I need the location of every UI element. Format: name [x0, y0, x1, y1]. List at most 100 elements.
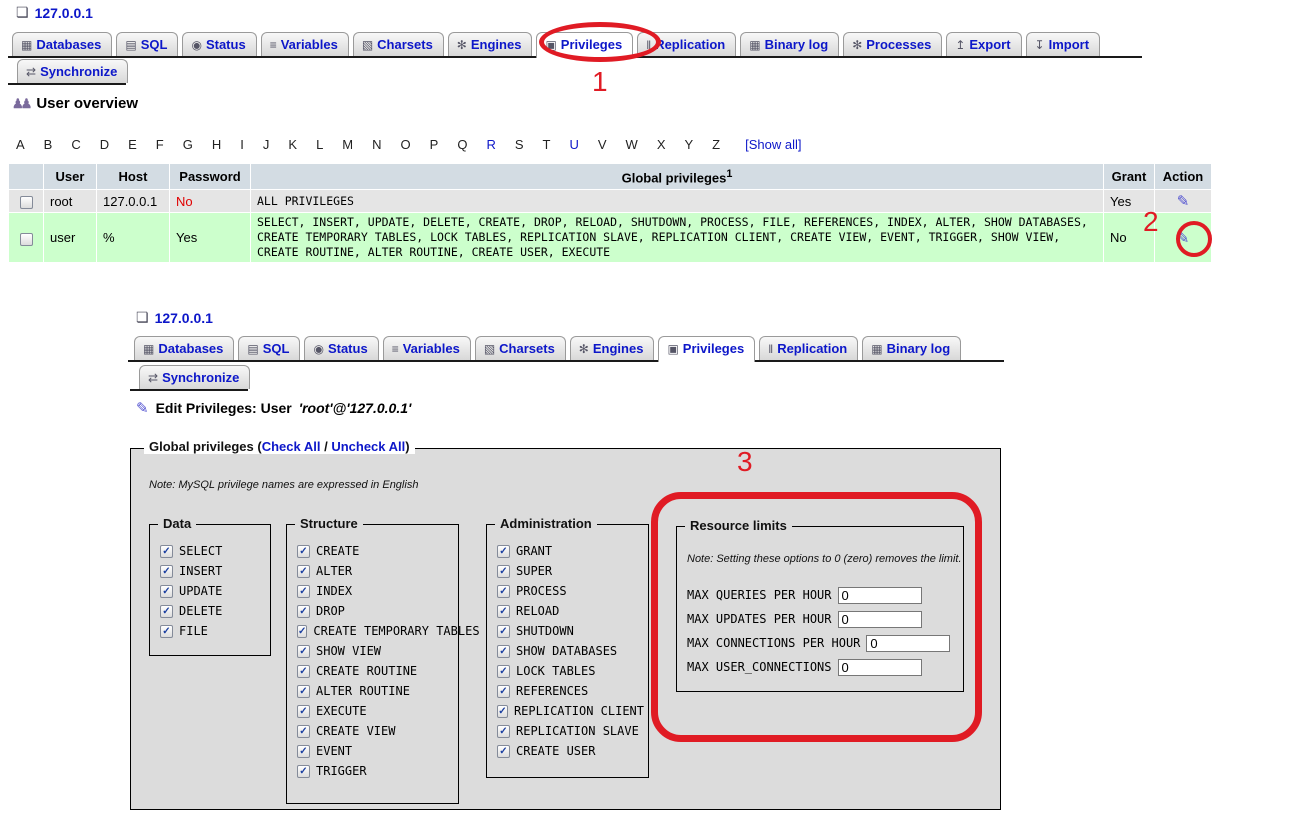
privilege-checkbox[interactable]: ✓ [497, 585, 510, 598]
privilege-checkbox[interactable]: ✓ [160, 585, 173, 598]
tab[interactable]: ✻ Engines [448, 32, 533, 56]
letter-link[interactable]: W [626, 137, 638, 152]
letter-link[interactable]: T [543, 137, 551, 152]
letter-link[interactable]: B [44, 137, 53, 152]
privilege-checkbox[interactable]: ✓ [497, 745, 510, 758]
privilege-checkbox[interactable]: ✓ [297, 625, 307, 638]
row-checkbox[interactable] [20, 233, 33, 246]
uncheck-all-link[interactable]: Uncheck All [331, 439, 405, 454]
privilege-checkbox[interactable]: ✓ [297, 765, 310, 778]
letter-link[interactable]: K [288, 137, 297, 152]
tab[interactable]: ‖ Replication [637, 32, 736, 56]
resource-limit-input[interactable] [838, 587, 922, 604]
tab[interactable]: ▤ SQL [116, 32, 178, 56]
privilege-checkbox[interactable]: ✓ [297, 645, 310, 658]
privilege-checkbox[interactable]: ✓ [497, 605, 510, 618]
edit-privileges-icon[interactable]: ✎ [1177, 229, 1190, 247]
tab[interactable]: ▦ Databases [134, 336, 234, 360]
privilege-checkbox[interactable]: ✓ [297, 705, 310, 718]
letter-link[interactable]: Q [457, 137, 467, 152]
privilege-checkbox[interactable]: ✓ [297, 725, 310, 738]
tab[interactable]: ▣ Privileges [658, 336, 755, 362]
letter-link[interactable]: L [316, 137, 323, 152]
privilege-label: PROCESS [516, 584, 567, 598]
privilege-checkbox[interactable]: ✓ [297, 565, 310, 578]
privilege-checkbox[interactable]: ✓ [497, 665, 510, 678]
privilege-checkbox[interactable]: ✓ [497, 545, 510, 558]
privilege-checkbox[interactable]: ✓ [497, 705, 508, 718]
letter-link[interactable]: P [430, 137, 439, 152]
privilege-checkbox[interactable]: ✓ [297, 545, 310, 558]
letter-link[interactable]: M [342, 137, 353, 152]
server-title: ❏ 127.0.0.1 [16, 4, 93, 21]
tab[interactable]: ◉ Status [182, 32, 256, 56]
letter-link[interactable]: F [156, 137, 164, 152]
privilege-checkbox[interactable]: ✓ [297, 685, 310, 698]
tab[interactable]: ↥ Export [946, 32, 1021, 56]
letter-link[interactable]: O [401, 137, 411, 152]
letter-link[interactable]: R [486, 137, 495, 152]
tab[interactable]: ▧ Charsets [475, 336, 566, 360]
privilege-checkbox[interactable]: ✓ [160, 625, 173, 638]
letter-link[interactable]: H [212, 137, 221, 152]
tab[interactable]: ✻ Processes [843, 32, 942, 56]
edit-privileges-screenshot: ❏ 127.0.0.1 ▦ Databases ▤ SQL ◉ Status ≡… [128, 303, 1004, 819]
letter-link[interactable]: Z [712, 137, 720, 152]
privilege-checkbox[interactable]: ✓ [497, 625, 510, 638]
letter-link[interactable]: U [569, 137, 578, 152]
tab[interactable]: ◉ Status [304, 336, 378, 360]
edit-privileges-icon[interactable]: ✎ [1177, 192, 1190, 210]
letter-link[interactable]: A [16, 137, 25, 152]
tab[interactable]: ▣ Privileges [536, 32, 633, 58]
privilege-checkbox[interactable]: ✓ [297, 745, 310, 758]
tab-underline [128, 360, 1004, 362]
letter-link[interactable]: Y [684, 137, 693, 152]
resource-limit-label: MAX CONNECTIONS PER HOUR [687, 636, 860, 650]
tab[interactable]: ▦ Binary log [740, 32, 839, 56]
resource-limits-legend: Resource limits [685, 518, 792, 533]
privilege-checkbox[interactable]: ✓ [160, 605, 173, 618]
privilege-checkbox[interactable]: ✓ [297, 585, 310, 598]
header-checkbox [9, 164, 43, 189]
show-all-link[interactable]: [Show all] [745, 137, 801, 152]
privilege-checkbox[interactable]: ✓ [497, 725, 510, 738]
letter-link[interactable]: I [240, 137, 244, 152]
row-checkbox[interactable] [20, 196, 33, 209]
tab[interactable]: ≡ Variables [383, 336, 471, 360]
tab[interactable]: ▦ Binary log [862, 336, 961, 360]
privilege-checkbox[interactable]: ✓ [497, 565, 510, 578]
tab[interactable]: ≡ Variables [261, 32, 349, 56]
resource-limit-input[interactable] [866, 635, 950, 652]
letter-link[interactable]: G [183, 137, 193, 152]
resource-limit-input[interactable] [838, 611, 922, 628]
privilege-checkbox[interactable]: ✓ [497, 685, 510, 698]
tab-label: Export [969, 37, 1010, 52]
privilege-row: ✓ SELECT [160, 541, 266, 561]
letter-link[interactable]: N [372, 137, 381, 152]
tab[interactable]: ▧ Charsets [353, 32, 444, 56]
tab[interactable]: ‖ Replication [759, 336, 858, 360]
check-all-link[interactable]: Check All [262, 439, 321, 454]
letter-link[interactable]: S [515, 137, 524, 152]
letter-link[interactable]: V [598, 137, 607, 152]
privilege-checkbox[interactable]: ✓ [497, 645, 510, 658]
tab[interactable]: ✻ Engines [570, 336, 655, 360]
privilege-checkbox[interactable]: ✓ [160, 565, 173, 578]
letter-link[interactable]: D [100, 137, 109, 152]
resource-limit-input[interactable] [838, 659, 922, 676]
tab-synchronize[interactable]: ⇄ Synchronize [139, 365, 250, 389]
sync-tab-bar: ⇄ Synchronize [8, 59, 308, 85]
privilege-checkbox[interactable]: ✓ [297, 605, 310, 618]
letter-link[interactable]: C [71, 137, 80, 152]
tab[interactable]: ▦ Databases [12, 32, 112, 56]
privilege-checkbox[interactable]: ✓ [297, 665, 310, 678]
tab[interactable]: ▤ SQL [238, 336, 300, 360]
tab-icon: ▦ [143, 342, 154, 356]
letter-link[interactable]: X [657, 137, 666, 152]
tab[interactable]: ↧ Import [1026, 32, 1101, 56]
privilege-checkbox[interactable]: ✓ [160, 545, 173, 558]
letter-link[interactable]: J [263, 137, 270, 152]
header-password: Password [170, 164, 250, 189]
letter-link[interactable]: E [128, 137, 137, 152]
tab-synchronize[interactable]: ⇄ Synchronize [17, 59, 128, 83]
